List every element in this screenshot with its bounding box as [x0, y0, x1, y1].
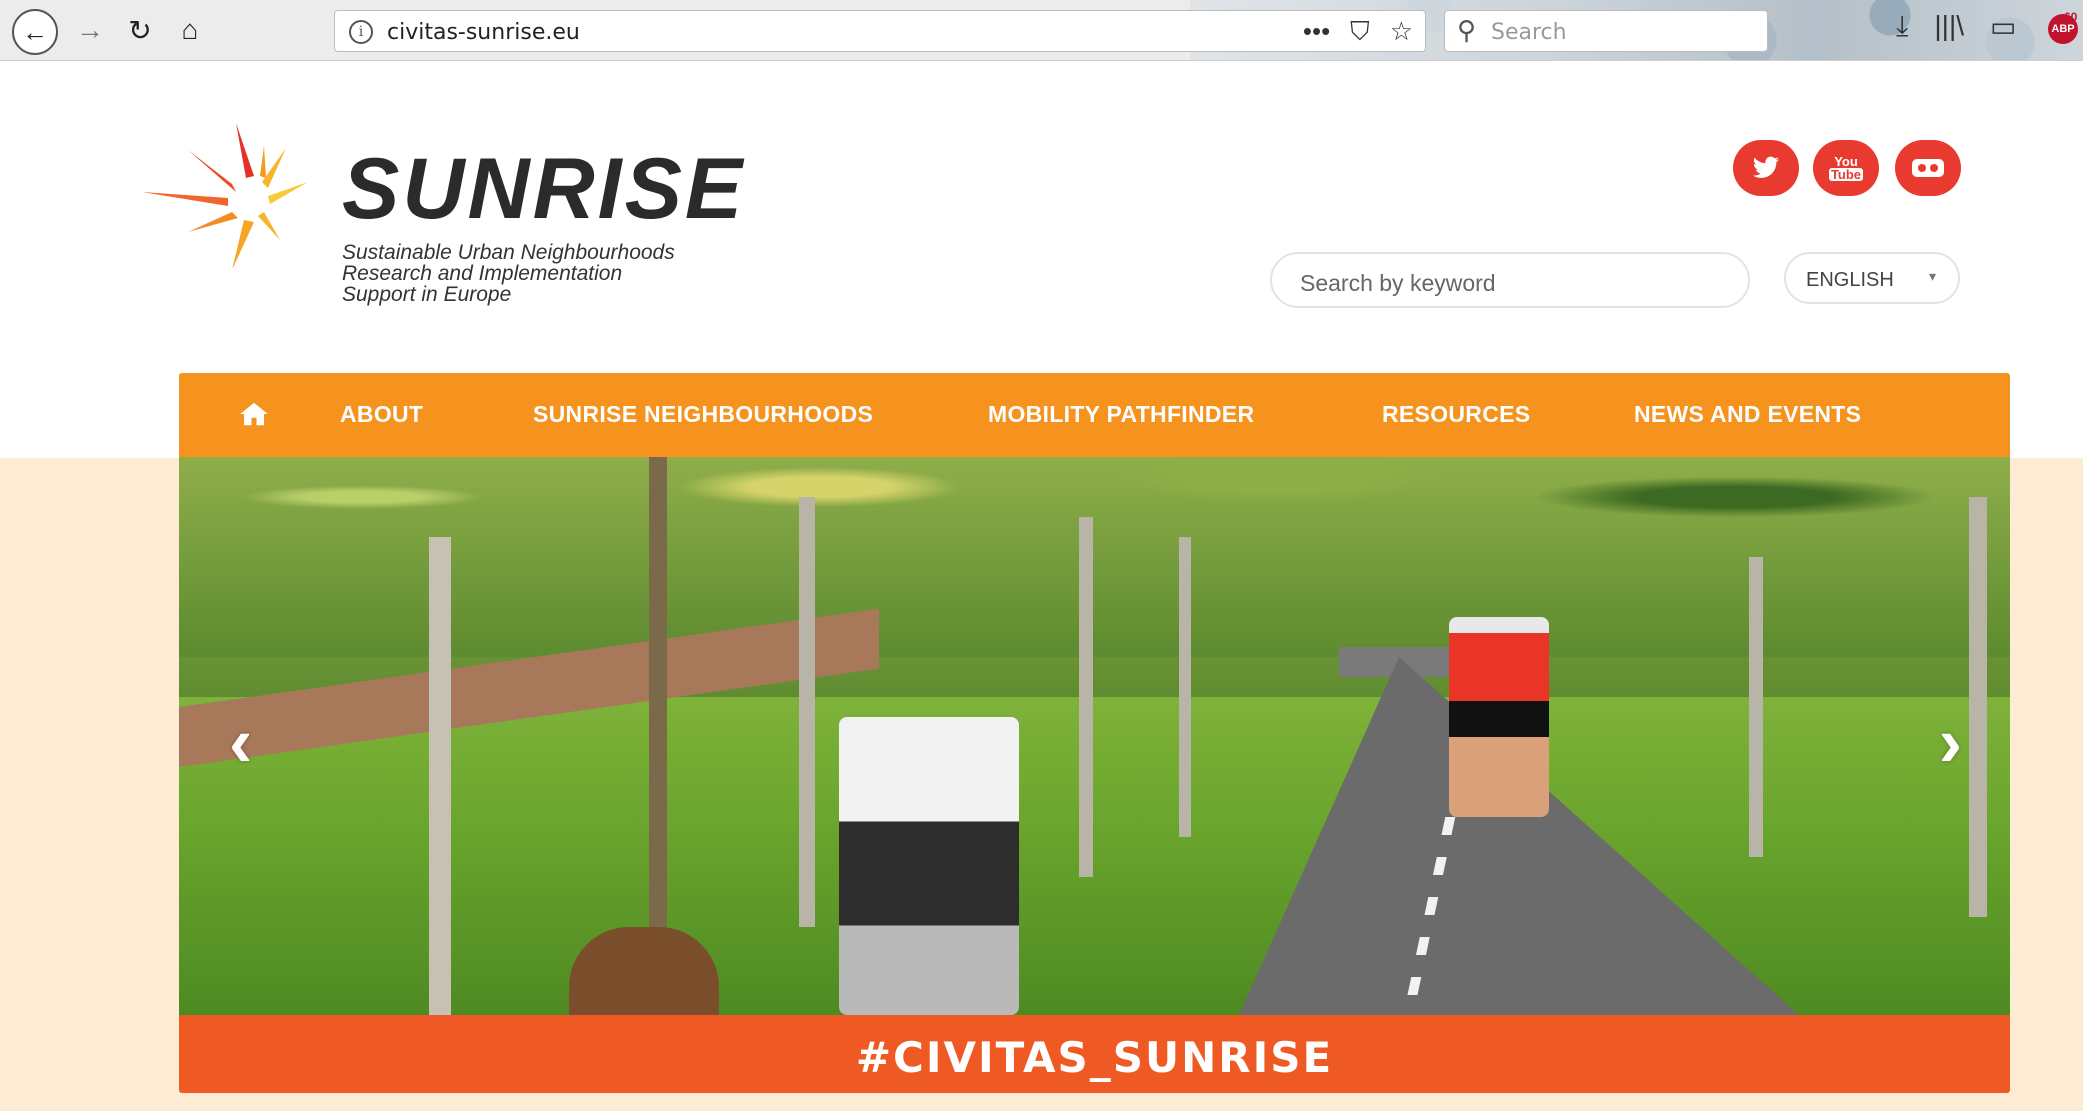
main-navigation: ABOUT SUNRISE NEIGHBOURHOODS MOBILITY PA… — [179, 373, 2010, 457]
toolbar-icons: ⤓ |||\ ▭ — [1896, 10, 2016, 43]
keyword-search-input[interactable]: Search by keyword — [1270, 252, 1750, 308]
adblock-badge-count: 60 — [2064, 10, 2078, 24]
chevron-down-icon: ▾ — [1928, 268, 1936, 284]
address-bar[interactable]: i civitas-sunrise.eu ••• ⛉ ☆ — [334, 10, 1426, 52]
browser-search-placeholder: Search — [1491, 20, 1567, 45]
slider-prev-button[interactable]: ‹ — [229, 707, 252, 777]
cyclist — [1449, 617, 1549, 817]
nav-item-resources[interactable]: RESOURCES — [1382, 401, 1530, 428]
hashtag-text: #CIVITAS_SUNRISE — [855, 1033, 1334, 1082]
bookmark-star-icon[interactable]: ☆ — [1390, 16, 1413, 48]
hero-slider-image: ‹ › — [179, 457, 2010, 1015]
site-logo-subtitle: Sustainable Urban Neighbourhoods Researc… — [342, 242, 742, 305]
subtitle-line: Sustainable Urban Neighbourhoods — [342, 241, 675, 264]
subtitle-line: Support in Europe — [342, 283, 512, 306]
url-text[interactable]: civitas-sunrise.eu — [387, 20, 580, 45]
language-select[interactable]: ENGLISH ▾ — [1784, 252, 1960, 304]
sidebar-icon[interactable]: ▭ — [1990, 10, 2016, 43]
site-info-icon[interactable]: i — [349, 20, 373, 44]
browser-search-box[interactable]: ⚲ Search — [1444, 10, 1768, 52]
hashtag-banner[interactable]: #CIVITAS_SUNRISE — [179, 1015, 2010, 1093]
downloads-icon[interactable]: ⤓ — [1896, 10, 1908, 43]
youtube-button[interactable]: You Tube — [1813, 140, 1879, 196]
reload-button[interactable]: ↻ — [122, 10, 158, 50]
forward-arrow-icon: → — [76, 14, 104, 45]
nav-item-news-and-events[interactable]: NEWS AND EVENTS — [1634, 401, 1861, 428]
flickr-button[interactable] — [1895, 140, 1961, 196]
tree-trunk — [1079, 517, 1093, 877]
back-arrow-icon: ← — [22, 16, 48, 47]
tree-trunk — [1179, 537, 1191, 837]
page-actions: ••• ⛉ ☆ — [1303, 16, 1413, 48]
keyword-search-placeholder: Search by keyword — [1300, 270, 1496, 296]
twitter-button[interactable] — [1733, 140, 1799, 196]
tree-trunk — [1969, 497, 1987, 917]
forward-button[interactable]: → — [72, 10, 108, 50]
flickr-icon — [1912, 159, 1944, 177]
site-logo-title[interactable]: SUNRISE — [342, 146, 745, 232]
magnifier-icon: ⚲ — [1457, 15, 1477, 45]
nav-item-about[interactable]: ABOUT — [340, 401, 423, 428]
home-icon: ⌂ — [181, 14, 199, 45]
browser-toolbar: ← → ↻ ⌂ i civitas-sunrise.eu ••• ⛉ ☆ ⚲ S… — [0, 0, 2083, 61]
subtitle-line: Research and Implementation — [342, 262, 623, 285]
back-button[interactable]: ← — [12, 9, 58, 55]
dog — [569, 927, 719, 1015]
reload-icon: ↻ — [128, 14, 152, 46]
sunrise-sun-icon — [142, 123, 308, 268]
youtube-icon-bottom: Tube — [1828, 167, 1864, 182]
library-icon[interactable]: |||\ — [1934, 10, 1964, 43]
tree-trunk — [799, 497, 815, 927]
language-selected: ENGLISH — [1806, 269, 1894, 291]
nav-item-mobility-pathfinder[interactable]: MOBILITY PATHFINDER — [988, 401, 1254, 428]
tree-trunk — [429, 537, 451, 1015]
tree-trunk — [1749, 557, 1763, 857]
tree-canopy — [179, 457, 2010, 657]
wheelchair-user — [839, 717, 1019, 1015]
pocket-icon[interactable]: ⛉ — [1350, 16, 1370, 48]
page-actions-menu-icon[interactable]: ••• — [1303, 16, 1330, 48]
twitter-bird-icon — [1752, 156, 1780, 178]
slider-next-button[interactable]: › — [1939, 707, 1962, 777]
tree-trunk — [649, 457, 667, 977]
nav-item-sunrise-neighbourhoods[interactable]: SUNRISE NEIGHBOURHOODS — [533, 401, 873, 428]
home-icon[interactable] — [239, 400, 269, 428]
home-button[interactable]: ⌂ — [172, 10, 208, 50]
